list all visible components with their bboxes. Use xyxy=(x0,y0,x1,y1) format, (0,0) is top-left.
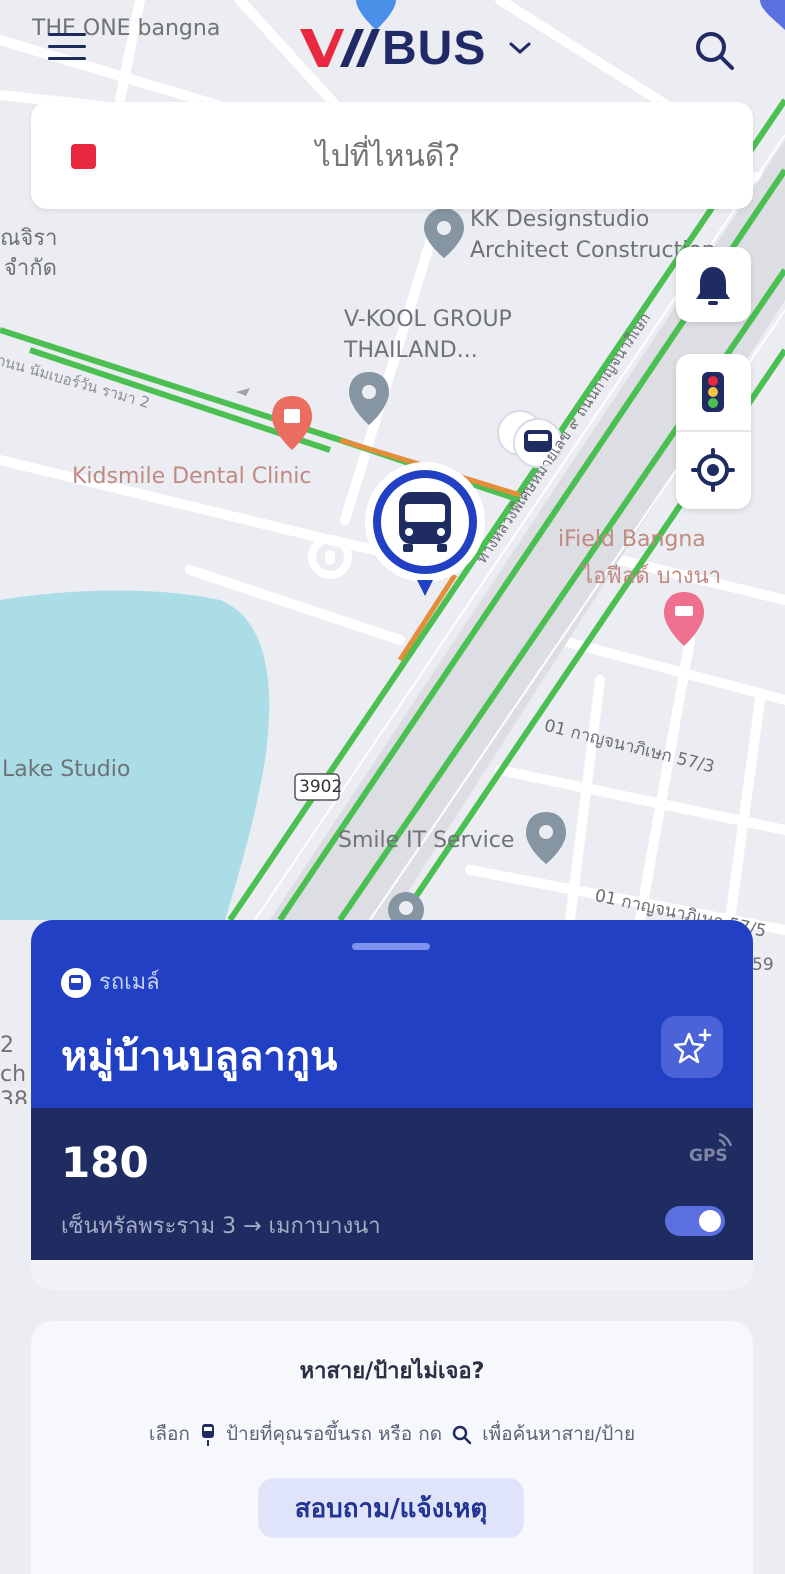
destination-marker-icon xyxy=(71,144,96,169)
drag-handle[interactable] xyxy=(352,943,430,950)
map-label-smile-it: Smile IT Service xyxy=(338,828,515,853)
bus-stop-card: รถเมล์ หมู่บ้านบลูลากูน 180 เซ็นทรัลพระร… xyxy=(31,920,753,1290)
stop-name: หมู่บ้านบลูลากูน xyxy=(61,1034,338,1080)
help-title: หาสาย/ป้ายไม่เจอ? xyxy=(299,1359,485,1384)
map-label-vkool-2: THAILAND... xyxy=(344,338,478,363)
add-favorite-button[interactable] xyxy=(661,1016,723,1078)
bus-icon xyxy=(399,492,451,552)
route-number: 180 xyxy=(61,1138,149,1187)
help-desc-part3: เพื่อค้นหาสาย/ป้าย xyxy=(482,1423,636,1445)
map-label-lake-studio: Lake Studio xyxy=(2,757,131,782)
bus-stop-icon xyxy=(201,1423,214,1446)
lake xyxy=(0,590,270,920)
locate-me-button[interactable] xyxy=(676,432,751,509)
gps-indicator: GPS xyxy=(689,1130,733,1170)
destination-search-bar[interactable] xyxy=(31,102,753,211)
map-label-edge-ch: ch xyxy=(0,1062,27,1087)
top-bar: BUS xyxy=(0,0,785,100)
map-label-kidsmile: Kidsmile Dental Clinic xyxy=(72,464,312,489)
map-label-ifield-1: iField Bangna xyxy=(558,527,706,552)
brand-logo-text: BUS xyxy=(382,21,487,75)
help-desc-part1: เลือก xyxy=(148,1423,190,1445)
map-controls-group xyxy=(676,354,751,509)
help-card: หาสาย/ป้ายไม่เจอ? เลือก ป้ายที่คุณรอขึ้น… xyxy=(31,1321,753,1574)
bus-category-icon xyxy=(61,968,91,998)
search-icon-inline xyxy=(452,1425,472,1444)
crosshair-locate-icon xyxy=(691,448,735,492)
stop-card-header: รถเมล์ หมู่บ้านบลูลากูน xyxy=(31,920,753,1108)
traffic-light-icon xyxy=(702,372,724,412)
help-desc-part2: ป้ายที่คุณรอขึ้นรถ หรือ กด xyxy=(225,1423,443,1445)
traffic-toggle-button[interactable] xyxy=(676,354,751,430)
route-direction: เซ็นทรัลพระราม 3 → เมกาบางนา xyxy=(61,1214,381,1239)
destination-input[interactable] xyxy=(141,102,635,211)
toggle-knob xyxy=(699,1210,721,1232)
gps-tracking-toggle[interactable] xyxy=(665,1206,725,1236)
brand-logo[interactable]: BUS xyxy=(300,21,487,75)
report-issue-button[interactable]: สอบถาม/แจ้งเหตุ xyxy=(258,1478,524,1538)
star-plus-icon xyxy=(673,1028,712,1064)
selected-bus-stop-marker[interactable] xyxy=(361,460,489,610)
chevron-down-icon[interactable] xyxy=(508,38,532,58)
help-description: เลือก ป้ายที่คุณรอขึ้นรถ หรือ กด เพื่อค้… xyxy=(31,1419,753,1449)
stop-category-label: รถเมล์ xyxy=(99,970,160,995)
brand-logo-mark xyxy=(300,29,380,67)
map-label-ifield-2: ไอฟีลด์ บางนา xyxy=(582,564,722,589)
map-label-thai-2: จำกัด xyxy=(4,256,57,281)
hamburger-menu-icon[interactable] xyxy=(48,33,88,61)
map-label-route-3902: 3902 xyxy=(299,777,343,797)
search-icon[interactable] xyxy=(692,28,736,72)
gps-label: GPS xyxy=(689,1146,728,1166)
alert-button[interactable] xyxy=(676,247,751,322)
map-label-edge-59: 59 xyxy=(752,955,774,975)
map-label-edge-2: 2 xyxy=(0,1033,14,1058)
map-label-edge-38: 38 xyxy=(0,1088,28,1104)
bell-icon xyxy=(696,267,730,305)
map-label-vkool-1: V-KOOL GROUP xyxy=(344,307,512,332)
route-row[interactable]: 180 เซ็นทรัลพระราม 3 → เมกาบางนา GPS xyxy=(31,1108,753,1260)
